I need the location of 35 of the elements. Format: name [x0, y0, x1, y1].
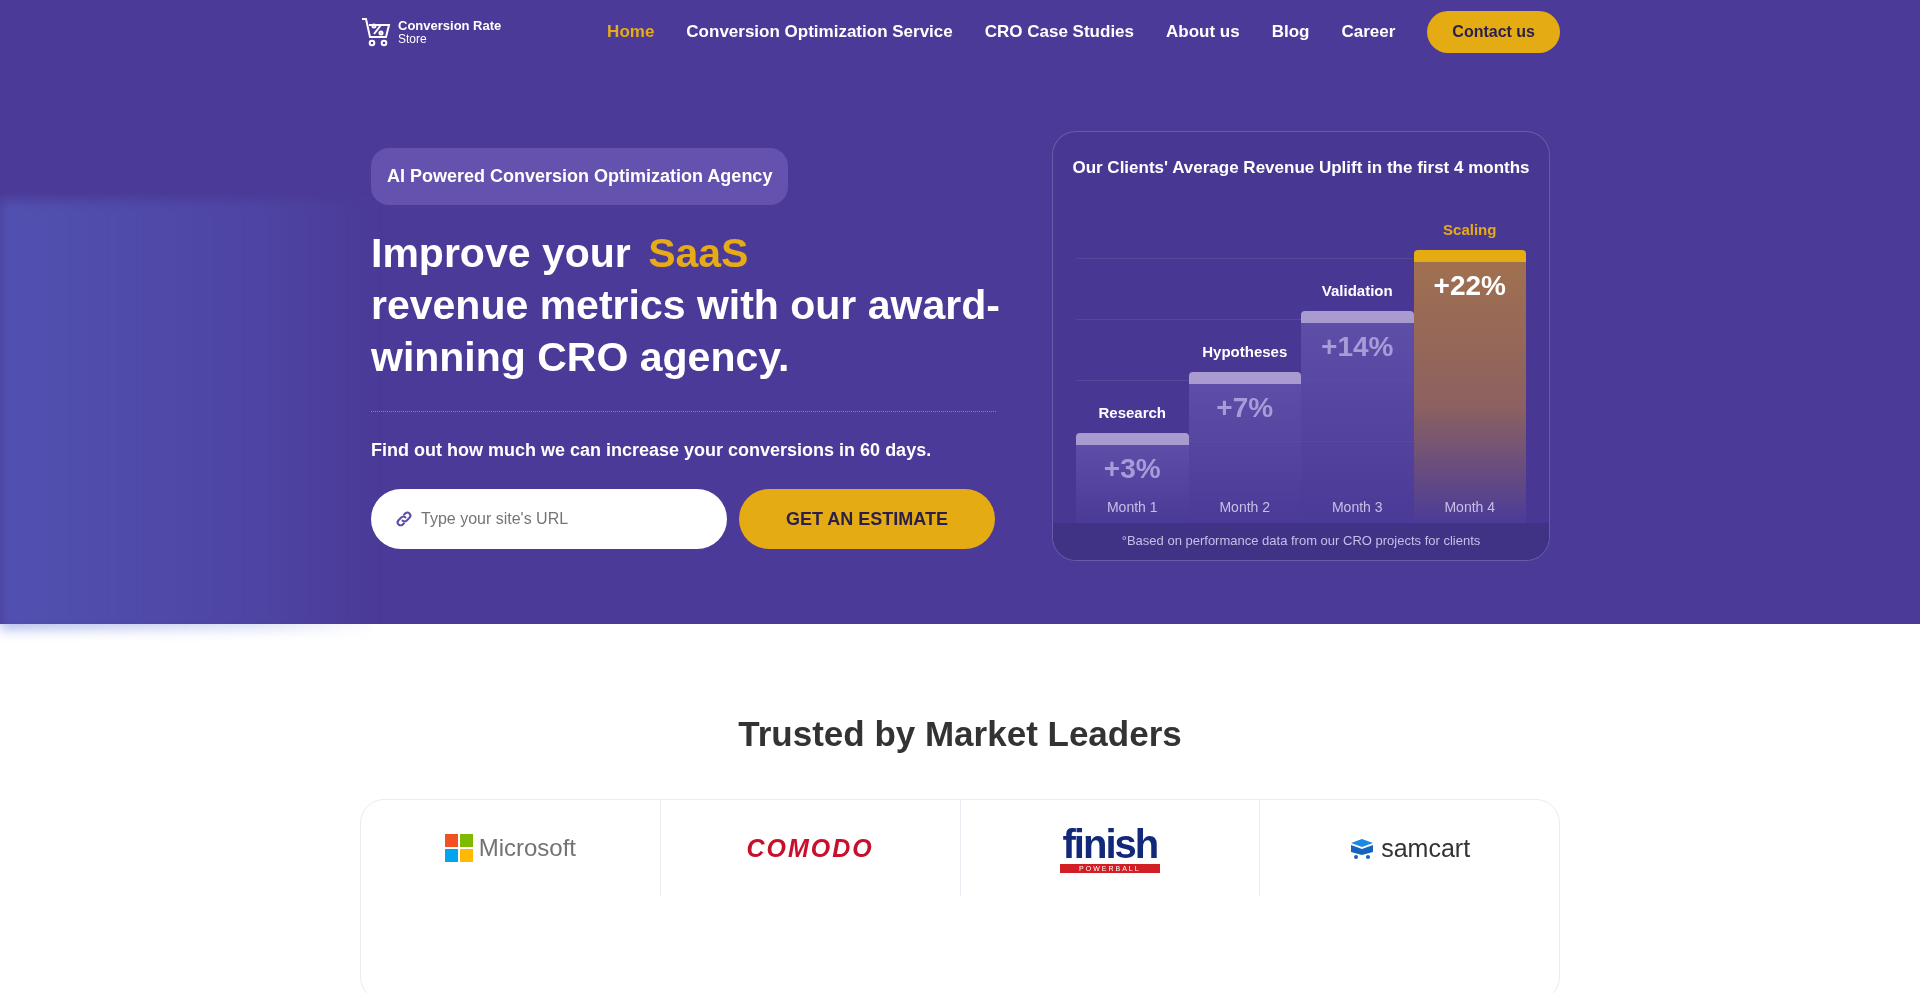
- month-label: Month 3: [1331, 499, 1383, 515]
- hero-heading: Improve your SaaS revenue metrics with our award-winning CRO agency.: [371, 229, 1001, 382]
- contact-button[interactable]: Contact us: [1427, 11, 1560, 53]
- cart-icon: [1349, 837, 1376, 859]
- section-heading: Trusted by Market Leaders: [737, 714, 1183, 754]
- uplift-value: +3%: [1103, 453, 1161, 485]
- nav-link[interactable]: CRO Case Studies: [984, 22, 1134, 42]
- uplift-value: +7%: [1216, 392, 1274, 424]
- stage-label: Validation: [1321, 282, 1393, 299]
- month-label: Month 2: [1219, 499, 1271, 515]
- nav-link[interactable]: Blog: [1271, 22, 1310, 42]
- stage-label: Hypotheses: [1202, 343, 1288, 360]
- logo-subtitle: Store: [398, 32, 428, 46]
- uplift-value: +14%: [1321, 331, 1394, 363]
- stage-label: Scaling: [1443, 221, 1497, 238]
- stage-label: Research: [1098, 404, 1166, 421]
- hero-subtitle: Find out how much we can increase your conversions in 60 days.: [371, 440, 933, 461]
- brand-logo: samcart: [1381, 833, 1471, 863]
- uplift-value: +22%: [1433, 270, 1506, 302]
- nav-link[interactable]: Career: [1341, 22, 1396, 42]
- month-label: Month 1: [1106, 499, 1158, 515]
- nav-link[interactable]: About us: [1166, 22, 1240, 42]
- logo-name[interactable]: Conversion Rate: [398, 18, 502, 33]
- chart-footnote: °Based on performance data from our CRO projects for clients: [1053, 523, 1549, 560]
- brand-logo: Microsoft: [478, 834, 577, 862]
- nav-link[interactable]: Home: [607, 22, 655, 42]
- cart-icon: [360, 16, 392, 48]
- tagline-badge: AI Powered Conversion Optimization Agency: [371, 148, 789, 205]
- brand-logo: COMODO: [746, 833, 874, 863]
- nav-link[interactable]: Conversion Optimization Service: [686, 22, 953, 42]
- month-label: Month 4: [1444, 499, 1496, 515]
- url-field[interactable]: Type your site's URL: [371, 489, 727, 549]
- estimate-button[interactable]: GET AN ESTIMATE: [739, 489, 995, 549]
- chart-title: Our Clients' Average Revenue Uplift in the first 4 months: [1071, 158, 1531, 178]
- windows-logo-icon: [444, 834, 473, 862]
